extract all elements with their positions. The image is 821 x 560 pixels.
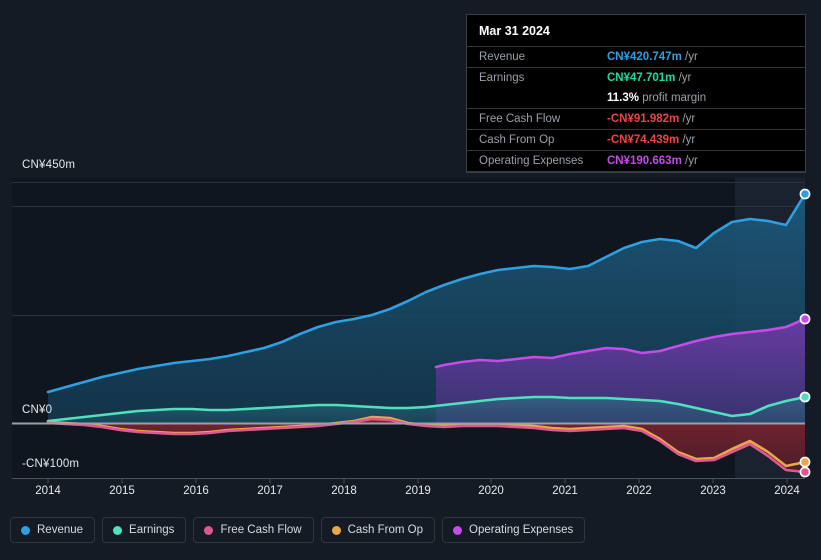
- x-axis-label-2021: 2021: [552, 485, 578, 497]
- legend-item-free-cash-flow[interactable]: Free Cash Flow: [193, 517, 314, 543]
- financial-area-chart: CN¥450m CN¥0 -CN¥100m 2014 2015 2016 201…: [0, 0, 821, 560]
- operating-expenses-endpoint-marker: [799, 313, 811, 325]
- x-axis-label-2022: 2022: [626, 485, 652, 497]
- revenue-endpoint-marker: [799, 188, 811, 200]
- legend-label-free-cash-flow: Free Cash Flow: [220, 524, 302, 536]
- x-axis-label-2018: 2018: [331, 485, 357, 497]
- legend-label-earnings: Earnings: [129, 524, 175, 536]
- legend-swatch-cash-from-op: [331, 525, 341, 535]
- legend-item-operating-expenses[interactable]: Operating Expenses: [442, 517, 586, 543]
- x-axis-label-2019: 2019: [405, 485, 431, 497]
- x-axis-label-2017: 2017: [257, 485, 283, 497]
- tooltip-row-profit-margin: 11.3% profit margin: [467, 88, 805, 109]
- tooltip-label-cash-from-op: Cash From Op: [467, 129, 607, 151]
- legend-label-operating-expenses: Operating Expenses: [469, 524, 574, 536]
- data-point-tooltip: Mar 31 2024 Revenue CN¥420.747m /yr Earn…: [466, 14, 806, 173]
- x-axis-label-2015: 2015: [109, 485, 135, 497]
- tooltip-value-profit-margin: 11.3% profit margin: [607, 92, 707, 104]
- x-axis-label-2020: 2020: [478, 485, 504, 497]
- legend-item-earnings[interactable]: Earnings: [102, 517, 187, 543]
- x-axis-label-2024: 2024: [774, 485, 800, 497]
- tooltip-value-free-cash-flow: -CN¥91.982m /yr: [607, 108, 805, 130]
- tooltip-value-earnings: CN¥47.701m /yr: [607, 67, 805, 88]
- free-cash-flow-endpoint-marker: [799, 466, 811, 478]
- legend-item-revenue[interactable]: Revenue: [10, 517, 96, 543]
- earnings-endpoint-marker: [799, 391, 811, 403]
- legend-item-cash-from-op[interactable]: Cash From Op: [320, 517, 436, 543]
- tooltip-row-earnings: Earnings CN¥47.701m /yr: [467, 67, 805, 88]
- legend-label-revenue: Revenue: [37, 524, 84, 536]
- x-axis-label-2014: 2014: [35, 485, 61, 497]
- tooltip-value-cash-from-op: -CN¥74.439m /yr: [607, 129, 805, 151]
- x-axis-label-2023: 2023: [700, 485, 726, 497]
- tooltip-label-revenue: Revenue: [467, 46, 607, 68]
- tooltip-label-earnings: Earnings: [467, 67, 607, 88]
- tooltip-table: Revenue CN¥420.747m /yr Earnings CN¥47.7…: [467, 46, 805, 172]
- legend-swatch-operating-expenses: [453, 525, 463, 535]
- tooltip-value-revenue: CN¥420.747m /yr: [607, 46, 805, 68]
- y-axis-label-zero: CN¥0: [22, 404, 53, 416]
- y-axis-label-max: CN¥450m: [22, 159, 76, 171]
- legend-swatch-revenue: [21, 525, 30, 535]
- cash-from-op-endpoint-marker: [799, 456, 811, 468]
- tooltip-label-free-cash-flow: Free Cash Flow: [467, 108, 607, 130]
- tooltip-label-operating-expenses: Operating Expenses: [467, 150, 607, 172]
- tooltip-row-revenue: Revenue CN¥420.747m /yr: [467, 46, 805, 68]
- legend-swatch-earnings: [113, 525, 123, 535]
- tooltip-row-cash-from-op: Cash From Op -CN¥74.439m /yr: [467, 129, 805, 151]
- x-axis-label-2016: 2016: [183, 485, 209, 497]
- legend-swatch-free-cash-flow: [204, 525, 214, 535]
- chart-legend: Revenue Earnings Free Cash Flow Cash Fro…: [10, 517, 586, 543]
- legend-label-cash-from-op: Cash From Op: [347, 524, 424, 536]
- tooltip-row-operating-expenses: Operating Expenses CN¥190.663m /yr: [467, 150, 805, 172]
- tooltip-row-free-cash-flow: Free Cash Flow -CN¥91.982m /yr: [467, 108, 805, 130]
- tooltip-label-profit-margin: [467, 88, 607, 109]
- tooltip-date: Mar 31 2024: [479, 24, 550, 38]
- tooltip-value-operating-expenses: CN¥190.663m /yr: [607, 150, 805, 172]
- tooltip-bottom-rule: [467, 171, 805, 172]
- y-axis-label-min: -CN¥100m: [22, 458, 80, 470]
